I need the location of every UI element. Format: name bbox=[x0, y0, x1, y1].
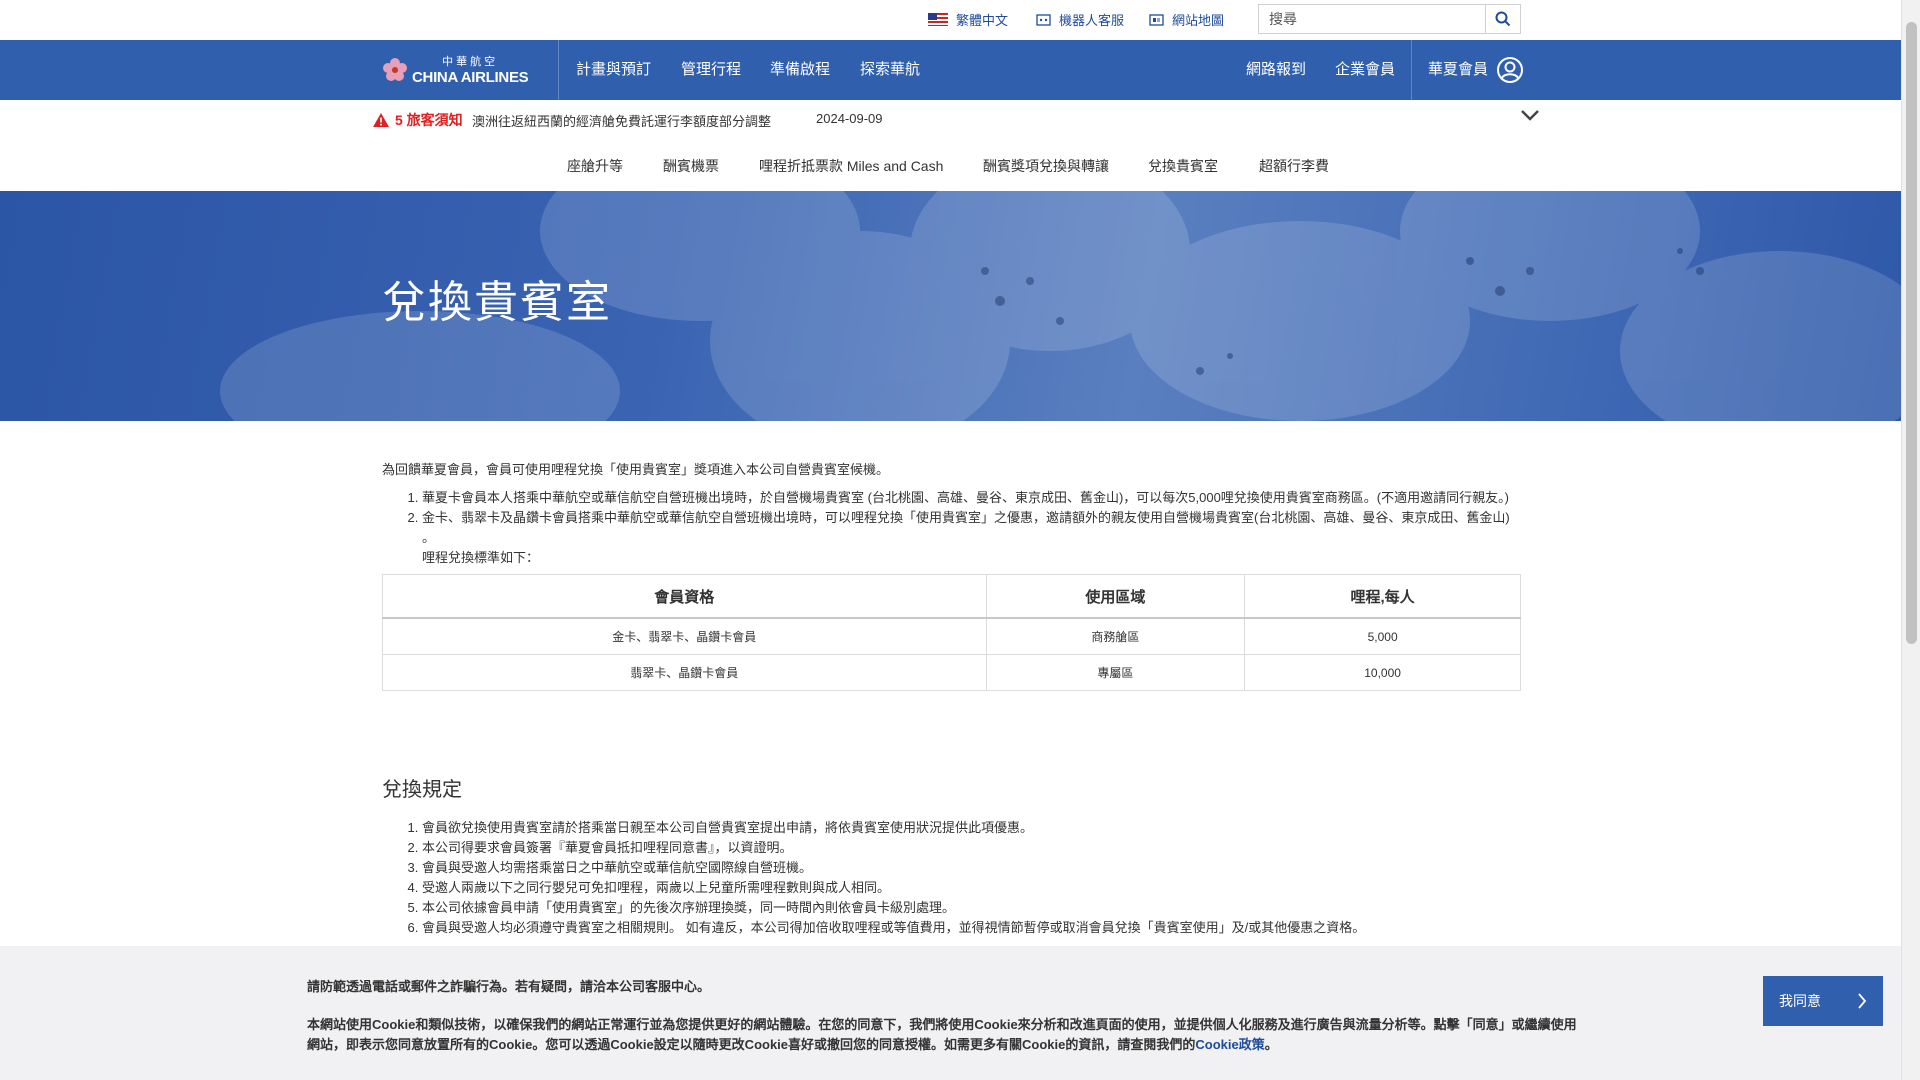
warning-icon bbox=[373, 113, 389, 127]
list-item: 會員欲兌換使用貴賓室請於搭乘當日親至本公司自營貴賓室提出申請，將依貴賓室使用狀況… bbox=[422, 818, 1521, 838]
chevron-right-icon bbox=[1858, 993, 1867, 1009]
table-row: 金卡、翡翠卡、晶鑽卡會員 商務艙區 5,000 bbox=[382, 618, 1521, 655]
notice-date: 2024-09-09 bbox=[816, 111, 883, 126]
list-item: 會員與受邀人均必須遵守貴賓室之相關規則。 如有違反，本公司得加倍收取哩程或等值費… bbox=[422, 918, 1521, 938]
table-cell: 商務艙區 bbox=[986, 618, 1246, 655]
sitemap-link[interactable]: 網站地圖 bbox=[1149, 10, 1224, 29]
blossom-background-image bbox=[220, 191, 1902, 421]
language-selector[interactable]: 繁體中文 bbox=[928, 10, 1008, 29]
cookie-notice-tail: 。 bbox=[1264, 1037, 1278, 1052]
main-nav: 中華航空 CHINA AIRLINES 計畫與預訂 管理行程 準備啟程 探索華航… bbox=[0, 40, 1902, 100]
chevron-down-icon[interactable] bbox=[1520, 108, 1540, 122]
us-flag-icon bbox=[928, 13, 948, 26]
table-cell: 金卡、翡翠卡、晶鑽卡會員 bbox=[382, 618, 987, 655]
main-content: 為回饋華夏會員，會員可使用哩程兌換「使用貴賓室」獎項進入本公司自營貴賓室候機。 … bbox=[382, 460, 1521, 691]
travel-notice-bar: 5 旅客須知 澳洲往返紐西蘭的經濟艙免費託運行李額度部分調整 2024-09-0… bbox=[0, 100, 1902, 138]
list-item: 受邀人兩歲以下之同行嬰兒可免扣哩程，兩歲以上兒童所需哩程數則與成人相同。 bbox=[422, 878, 1521, 898]
list-item: 金卡、翡翠卡及晶鑽卡會員搭乘中華航空或華信航空自營班機出境時，可以哩程兌換「使用… bbox=[422, 508, 1521, 548]
plum-blossom-logo-icon bbox=[383, 58, 407, 81]
rate-title: 哩程兌換標準如下： bbox=[422, 550, 540, 565]
cookie-policy-link[interactable]: Cookie政策 bbox=[1195, 1037, 1264, 1052]
table-cell: 翡翠卡、晶鑽卡會員 bbox=[382, 654, 987, 691]
subnav-miles-and-cash[interactable]: 哩程折抵票款 Miles and Cash bbox=[759, 156, 943, 176]
nav-divider bbox=[1411, 40, 1412, 100]
utility-bar: 繁體中文 機器人客服 網站地圖 bbox=[0, 0, 1902, 40]
nav-prepare-trip[interactable]: 準備啟程 bbox=[770, 40, 830, 100]
redemption-rate-table: 會員資格 使用區域 哩程,每人 金卡、翡翠卡、晶鑽卡會員 商務艙區 5,000 … bbox=[382, 574, 1521, 691]
search-icon bbox=[1495, 11, 1511, 27]
list-item: 華夏卡會員本人搭乘中華航空或華信航空自營班機出境時，於自營機場貴賓室 (台北桃園… bbox=[422, 488, 1521, 508]
intro-text: 為回饋華夏會員，會員可使用哩程兌換「使用貴賓室」獎項進入本公司自營貴賓室候機。 bbox=[382, 462, 890, 477]
nav-member[interactable]: 華夏會員 bbox=[1428, 40, 1488, 100]
search-box bbox=[1258, 4, 1521, 34]
cookie-notice-text: 本網站使用Cookie和類似技術，以確保我們的網站正常運行並為您提供更好的網站體… bbox=[307, 1017, 1577, 1052]
list-item: 會員與受邀人均需搭乘當日之中華航空或華信航空國際線自營班機。 bbox=[422, 858, 1521, 878]
subnav-award-tickets[interactable]: 酬賓機票 bbox=[663, 156, 719, 176]
hero-banner: 兌換貴賓室 bbox=[0, 191, 1902, 421]
nav-corporate[interactable]: 企業會員 bbox=[1335, 40, 1395, 100]
sitemap-label: 網站地圖 bbox=[1172, 13, 1225, 28]
search-button[interactable] bbox=[1485, 5, 1520, 33]
list-item: 本公司依據會員申請「使用貴賓室」的先後次序辦理換獎，同一時間內則依會員卡級別處理… bbox=[422, 898, 1521, 918]
agree-label: 我同意 bbox=[1779, 993, 1821, 1009]
fraud-warning: 請防範透過電話或郵件之詐騙行為。若有疑問，請洽本公司客服中心。 bbox=[307, 979, 711, 994]
scrollbar-thumb[interactable] bbox=[1906, 22, 1917, 644]
table-cell: 專屬區 bbox=[986, 654, 1246, 691]
rules-section: 會員欲兌換使用貴賓室請於搭乘當日親至本公司自營貴賓室提出申請，將依貴賓室使用狀況… bbox=[382, 818, 1521, 938]
notice-count-label: 5 旅客須知 bbox=[395, 112, 463, 128]
logo-text: 中華航空 CHINA AIRLINES bbox=[412, 54, 529, 86]
column-header: 會員資格 bbox=[382, 574, 987, 619]
chatbot-icon bbox=[1036, 13, 1051, 26]
logo-chinese: 中華航空 bbox=[442, 54, 499, 68]
nav-explore[interactable]: 探索華航 bbox=[860, 40, 920, 100]
rules-heading: 兌換規定 bbox=[382, 779, 462, 801]
subnav-award-transfer[interactable]: 酬賓獎項兌換與轉讓 bbox=[983, 156, 1109, 176]
subnav-excess-baggage[interactable]: 超額行李費 bbox=[1259, 156, 1329, 176]
user-account-icon[interactable] bbox=[1496, 56, 1524, 84]
sub-nav: 座艙升等 酬賓機票 哩程折抵票款 Miles and Cash 酬賓獎項兌換與轉… bbox=[0, 138, 1902, 192]
nav-online-checkin[interactable]: 網路報到 bbox=[1246, 40, 1306, 100]
page-scrollbar[interactable] bbox=[1901, 0, 1920, 1080]
agree-button[interactable]: 我同意 bbox=[1763, 976, 1883, 1026]
nav-plan-book[interactable]: 計畫與預訂 bbox=[576, 40, 651, 100]
table-cell: 10,000 bbox=[1244, 654, 1521, 691]
cookie-notice: 本網站使用Cookie和類似技術，以確保我們的網站正常運行並為您提供更好的網站體… bbox=[307, 1015, 1587, 1055]
table-cell: 5,000 bbox=[1244, 618, 1521, 655]
cookie-banner: 請防範透過電話或郵件之詐騙行為。若有疑問，請洽本公司客服中心。 本網站使用Coo… bbox=[0, 946, 1902, 1080]
notice-label[interactable]: 5 旅客須知 bbox=[373, 110, 463, 130]
china-airlines-logo[interactable]: 中華航空 CHINA AIRLINES bbox=[382, 52, 548, 88]
column-header: 哩程,每人 bbox=[1244, 574, 1521, 619]
table-header-row: 會員資格 使用區域 哩程,每人 bbox=[382, 574, 1521, 619]
logo-english: CHINA AIRLINES bbox=[412, 68, 529, 86]
table-row: 翡翠卡、晶鑽卡會員 專屬區 10,000 bbox=[382, 654, 1521, 691]
subnav-lounge[interactable]: 兌換貴賓室 bbox=[1148, 156, 1218, 176]
chatbot-link[interactable]: 機器人客服 bbox=[1036, 10, 1124, 29]
search-input[interactable] bbox=[1259, 5, 1485, 33]
rules-list: 會員欲兌換使用貴賓室請於搭乘當日親至本公司自營貴賓室提出申請，將依貴賓室使用狀況… bbox=[382, 818, 1521, 938]
lounge-rules-list: 華夏卡會員本人搭乘中華航空或華信航空自營班機出境時，於自營機場貴賓室 (台北桃園… bbox=[382, 488, 1521, 548]
page: 繁體中文 機器人客服 網站地圖 中華航空 bbox=[0, 0, 1902, 1080]
language-label: 繁體中文 bbox=[956, 13, 1009, 28]
sitemap-icon bbox=[1149, 13, 1164, 26]
nav-manage-trip[interactable]: 管理行程 bbox=[681, 40, 741, 100]
page-title: 兌換貴賓室 bbox=[382, 278, 612, 327]
subnav-upgrade[interactable]: 座艙升等 bbox=[567, 156, 623, 176]
notice-text[interactable]: 澳洲往返紐西蘭的經濟艙免費託運行李額度部分調整 bbox=[472, 111, 771, 130]
nav-divider bbox=[558, 40, 559, 100]
chatbot-label: 機器人客服 bbox=[1059, 13, 1125, 28]
list-item: 本公司得要求會員簽署『華夏會員抵扣哩程同意書』，以資證明。 bbox=[422, 838, 1521, 858]
column-header: 使用區域 bbox=[986, 574, 1246, 619]
